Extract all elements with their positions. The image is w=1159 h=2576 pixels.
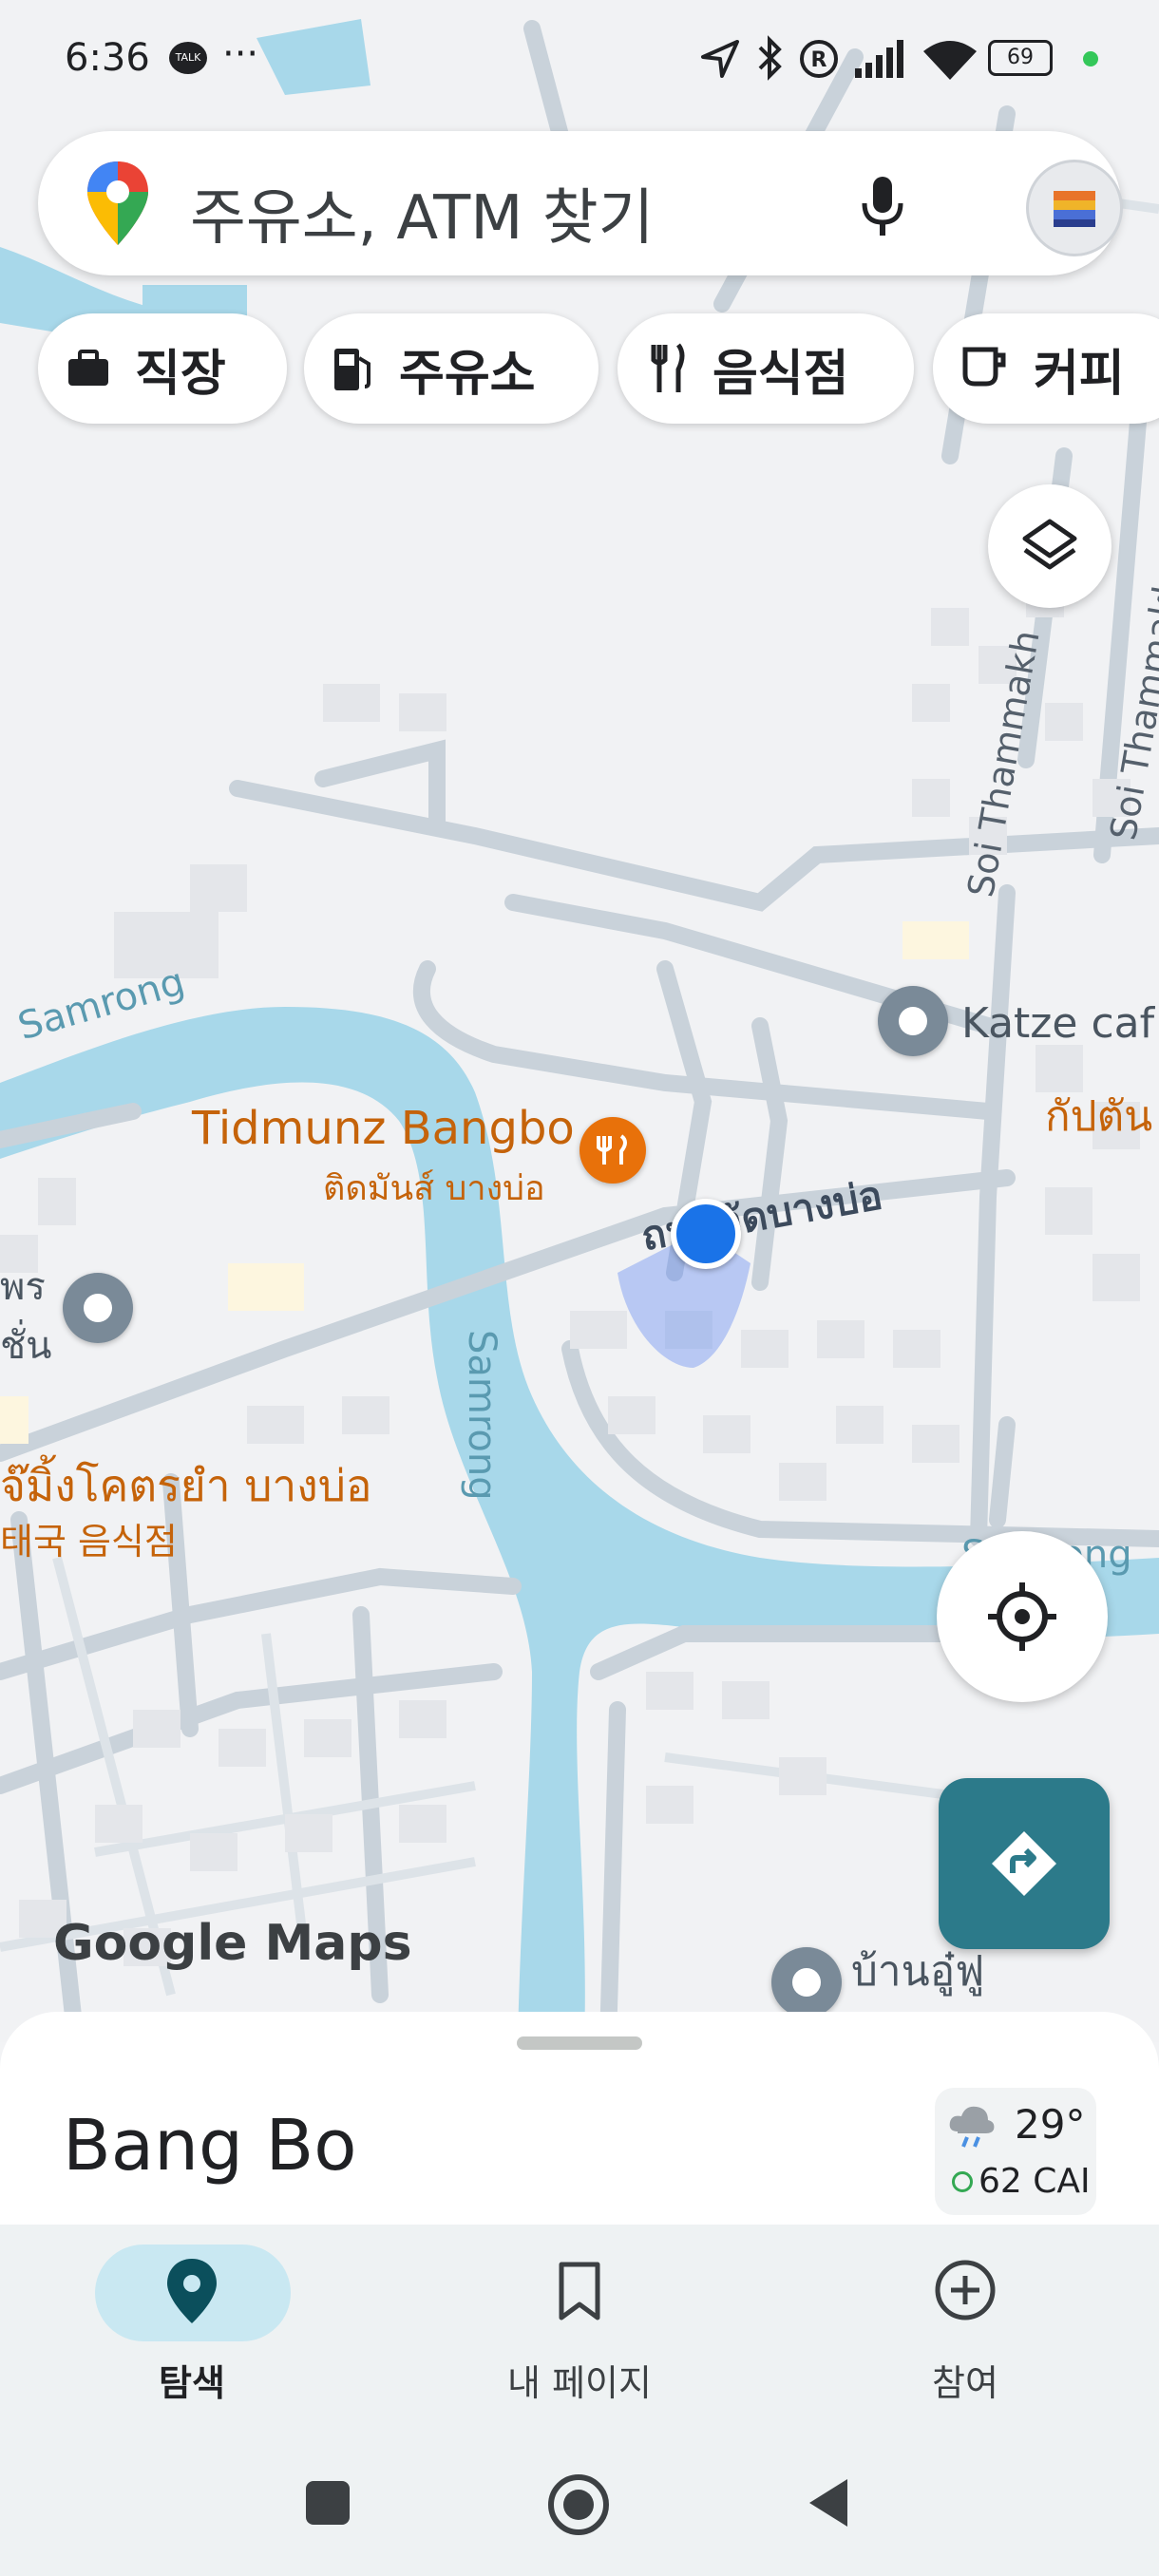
roaming-icon: R: [800, 40, 838, 78]
poi-kaptan-name[interactable]: กัปตัน: [1045, 1083, 1152, 1149]
fork-knife-icon: [651, 343, 685, 392]
system-recents-button[interactable]: [306, 2481, 350, 2525]
search-input[interactable]: 주유소, ATM 찾기: [190, 169, 655, 256]
poi-left-pin-icon[interactable]: [63, 1273, 133, 1343]
weather-widget[interactable]: 29° 62 CAI: [935, 2088, 1096, 2215]
wifi-icon: [923, 41, 977, 80]
poi-tidmunz-name[interactable]: Tidmunz Bangbo: [192, 1102, 575, 1155]
map-pin-icon: [167, 2259, 217, 2323]
google-maps-pin-icon: [87, 161, 148, 245]
google-maps-watermark: Google Maps: [53, 1915, 412, 1972]
poi-jaeming-name[interactable]: จ๊มิ้งโคตรยำ บางบ่อ: [0, 1451, 372, 1521]
poi-left-label-bottom: ชั่น: [0, 1324, 52, 1368]
chip-work-label: 직장: [135, 345, 226, 403]
chip-coffee-label: 커피: [1034, 345, 1125, 403]
chip-work[interactable]: 직장: [38, 313, 287, 424]
directions-button[interactable]: [939, 1778, 1110, 1949]
my-location-button[interactable]: [937, 1531, 1108, 1702]
chip-gas-label: 주유소: [399, 345, 536, 403]
nav-contribute[interactable]: 참여: [823, 2244, 1108, 2404]
layers-icon: [1022, 519, 1077, 570]
system-home-button[interactable]: [545, 2472, 612, 2538]
chip-gas[interactable]: 주유소: [304, 313, 598, 424]
briefcase-icon: [68, 350, 108, 386]
gas-station-icon: [334, 349, 370, 390]
poi-restaurant-pin-icon[interactable]: [580, 1117, 646, 1184]
nav-contribute-label: 참여: [932, 2362, 998, 2404]
bluetooth-icon: [758, 35, 782, 81]
microphone-icon[interactable]: [859, 173, 906, 239]
search-bar[interactable]: 주유소, ATM 찾기: [38, 131, 1123, 275]
nav-explore-label: 탐색: [159, 2362, 225, 2404]
privacy-dot: [1083, 51, 1098, 66]
layers-button[interactable]: [988, 484, 1112, 608]
poi-katze-pin-icon[interactable]: [878, 986, 948, 1056]
nav-saved[interactable]: 내 페이지: [437, 2244, 722, 2404]
kakaotalk-icon: TALK: [169, 42, 207, 74]
chip-restaurant[interactable]: 음식점: [618, 313, 914, 424]
poi-left-label-top: พร: [0, 1265, 46, 1309]
status-time: 6:36: [65, 36, 150, 80]
more-notifications: ···: [222, 32, 259, 76]
bookmark-icon: [559, 2262, 600, 2320]
crosshair-icon: [988, 1582, 1056, 1651]
status-bar: 6:36 TALK ··· R 69: [0, 0, 1159, 123]
current-location-dot: [671, 1199, 741, 1269]
poi-tidmunz-thai: ติดมันส์ บางบ่อ: [323, 1169, 545, 1208]
water-label-samrong-2: Samrong: [460, 1330, 504, 1501]
location-arrow-icon: [701, 40, 739, 78]
poi-baan-pin-icon[interactable]: [771, 1947, 842, 2017]
aqi-dot: [952, 2171, 973, 2192]
signal-icon: [855, 40, 903, 78]
nav-explore[interactable]: 탐색: [49, 2244, 334, 2404]
system-back-button[interactable]: [806, 2475, 851, 2530]
chip-coffee[interactable]: 커피: [933, 313, 1159, 424]
add-circle-icon: [935, 2260, 996, 2320]
chip-restaurant-label: 음식점: [712, 345, 849, 403]
bottom-sheet[interactable]: Bang Bo 29° 62 CAI: [0, 2012, 1159, 2230]
poi-jaeming-category: 태국 음식점: [0, 1521, 178, 1563]
poi-katze-name[interactable]: Katze caf: [961, 999, 1154, 1048]
coffee-cup-icon: [962, 347, 1006, 387]
battery-indicator: 69: [988, 40, 1053, 76]
svg-text:R: R: [811, 48, 827, 72]
rain-cloud-icon: [949, 2106, 995, 2148]
place-title: Bang Bo: [63, 2105, 357, 2187]
directions-icon: [992, 1831, 1056, 1896]
nav-saved-label: 내 페이지: [507, 2362, 652, 2404]
temperature: 29°: [1015, 2101, 1086, 2148]
sheet-drag-handle[interactable]: [517, 2036, 642, 2050]
air-quality: 62 CAI: [978, 2162, 1091, 2201]
profile-avatar[interactable]: [1026, 160, 1123, 256]
